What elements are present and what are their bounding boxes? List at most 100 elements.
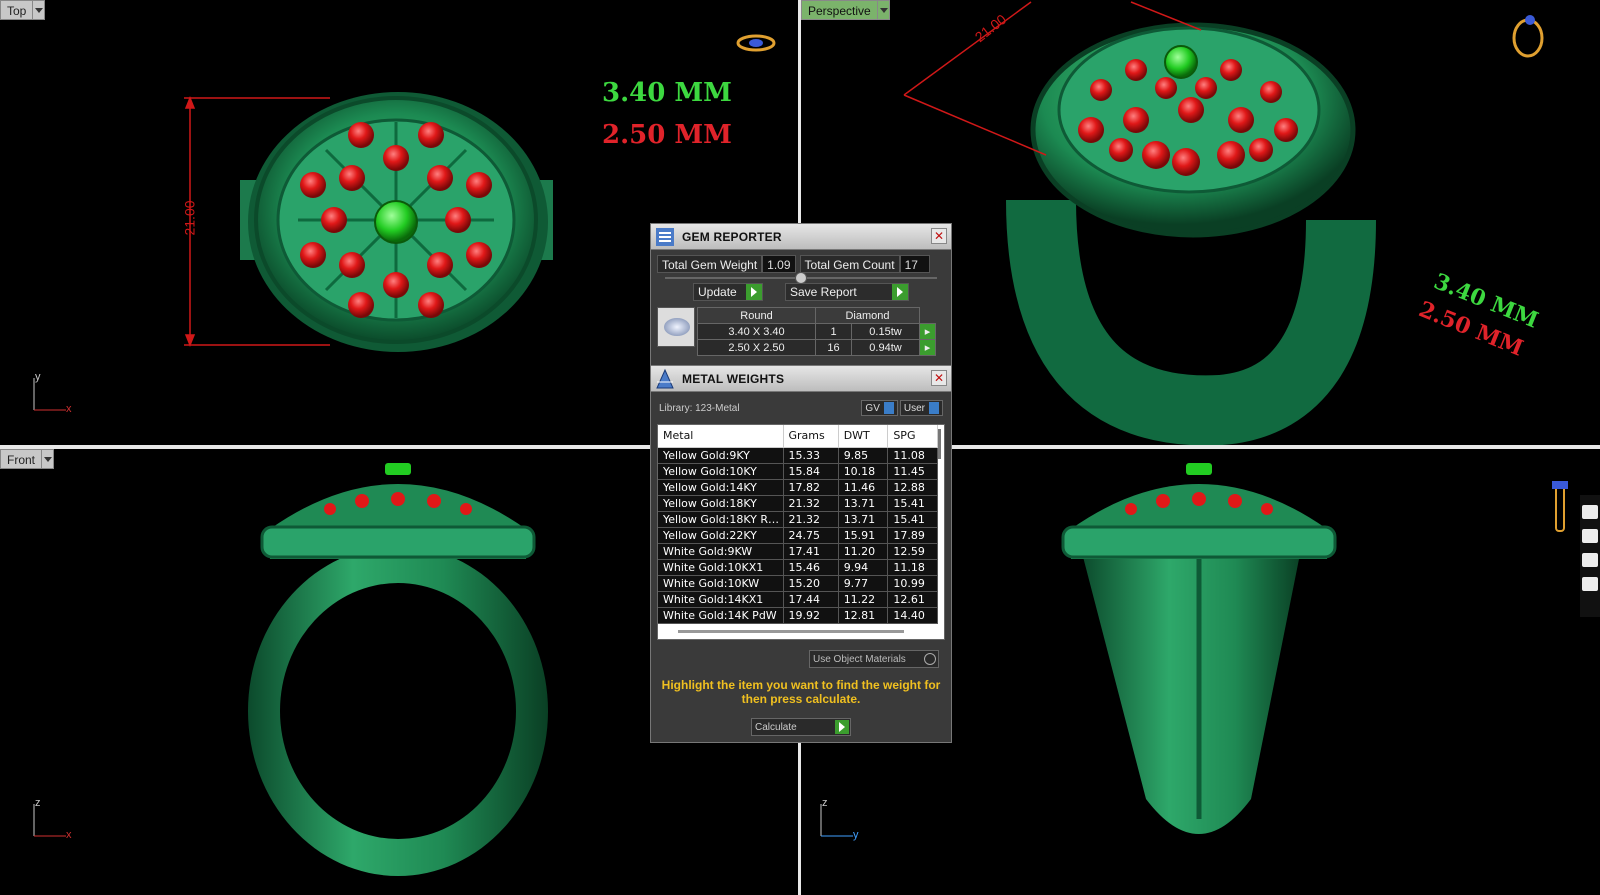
grams-value: 24.75 <box>783 527 839 544</box>
collapse-separator <box>665 272 937 284</box>
dwt-value: 9.85 <box>838 447 889 464</box>
save-report-label: Save Report <box>790 285 857 299</box>
table-row[interactable]: White Gold:10KW 15.20 9.77 10.99 <box>658 575 938 592</box>
metal-name: Yellow Gold:22KY <box>658 527 784 544</box>
grams-value: 15.84 <box>783 463 839 480</box>
dwt-value: 11.46 <box>838 479 889 496</box>
gem-reporter-title: GEM REPORTER <box>682 229 782 244</box>
horizontal-scrollbar[interactable] <box>678 630 904 633</box>
dwt-value: 13.71 <box>838 511 889 528</box>
play-icon[interactable]: ▸ <box>919 339 936 356</box>
table-row[interactable]: Yellow Gold:14KY 17.82 11.46 12.88 <box>658 479 938 496</box>
total-weight-value: 1.09 <box>762 255 796 273</box>
metal-table: Metal Grams DWT SPG Yellow Gold:9KY 15.33… <box>658 425 938 624</box>
calculate-label: Calculate <box>755 721 797 733</box>
spg-value: 12.59 <box>887 543 938 560</box>
axis-x-label: x <box>66 403 72 415</box>
grams-value: 21.32 <box>783 511 839 528</box>
top-dimension-label: 21.00 <box>181 200 198 236</box>
grams-header[interactable]: Grams <box>783 425 839 448</box>
spg-value: 11.08 <box>887 447 938 464</box>
dwt-value: 9.94 <box>838 559 889 576</box>
axis-z-label: z <box>35 797 41 809</box>
vertical-scrollbar[interactable] <box>938 429 941 459</box>
gem-count: 16 <box>815 339 852 356</box>
table-row[interactable]: White Gold:14KX1 17.44 11.22 12.61 <box>658 591 938 608</box>
grams-value: 17.82 <box>783 479 839 496</box>
grams-value: 21.32 <box>783 495 839 512</box>
metal-name: Yellow Gold:9KY <box>658 447 784 464</box>
gem-type-header: Diamond <box>815 307 920 324</box>
gem-size: 2.50 X 2.50 <box>697 339 816 356</box>
metal-name: Yellow Gold:18KY <box>658 495 784 512</box>
play-icon[interactable]: ▸ <box>919 323 936 340</box>
dwt-value: 11.20 <box>838 543 889 560</box>
spg-value: 15.41 <box>887 511 938 528</box>
toggle-icon <box>929 402 939 414</box>
dwt-value: 10.18 <box>838 463 889 480</box>
display-icon[interactable] <box>1582 529 1598 543</box>
close-icon[interactable]: ✕ <box>931 228 947 244</box>
table-row[interactable]: 2.50 X 2.50 16 0.94tw ▸ <box>697 339 936 356</box>
update-label: Update <box>698 285 737 299</box>
gem-count: 1 <box>815 323 852 340</box>
dwt-value: 15.91 <box>838 527 889 544</box>
gv-toggle[interactable]: GV <box>861 400 898 416</box>
metal-weights-title: METAL WEIGHTS <box>682 371 785 386</box>
spg-value: 14.40 <box>887 607 938 624</box>
top-mm-large: 3.40 MM <box>602 78 732 108</box>
total-count-value: 17 <box>899 255 930 273</box>
grams-value: 15.33 <box>783 447 839 464</box>
library-label: Library: 123-Metal <box>659 402 740 414</box>
gear-icon[interactable] <box>1582 577 1598 591</box>
calculate-button[interactable]: Calculate <box>751 718 851 736</box>
radio-icon <box>924 653 936 665</box>
spg-header[interactable]: SPG <box>887 425 938 448</box>
camera-icon[interactable] <box>1582 505 1598 519</box>
report-icon <box>656 227 674 246</box>
axis-y-label: y <box>853 829 859 841</box>
table-row[interactable]: White Gold:14K PdW 19.92 12.81 14.40 <box>658 607 938 624</box>
table-row[interactable]: Yellow Gold:18KY 21.32 13.71 15.41 <box>658 495 938 512</box>
metal-weights-panel: METAL WEIGHTS ✕ Library: 123-Metal GV Us… <box>650 365 952 743</box>
dwt-value: 12.81 <box>838 607 889 624</box>
table-row[interactable]: Yellow Gold:10KY 15.84 10.18 11.45 <box>658 463 938 480</box>
gem-weight: 0.15tw <box>851 323 920 340</box>
metal-header[interactable]: Metal <box>658 425 784 448</box>
update-button[interactable]: Update <box>693 283 763 301</box>
gv-label: GV <box>865 402 880 414</box>
viewport-side-toolbar[interactable] <box>1580 495 1600 617</box>
close-icon[interactable]: ✕ <box>931 370 947 386</box>
user-toggle[interactable]: User <box>899 400 943 416</box>
dwt-header[interactable]: DWT <box>838 425 889 448</box>
collapse-icon[interactable] <box>795 272 807 284</box>
table-row[interactable]: 3.40 X 3.40 1 0.15tw ▸ <box>697 323 936 340</box>
metal-name: White Gold:10KW <box>658 575 784 592</box>
gem-reporter-panel: GEM REPORTER ✕ Total Gem Weight 1.09 Tot… <box>650 223 952 370</box>
gem-table: Round Diamond 3.40 X 3.40 1 0.15tw ▸ 2.50 X … <box>657 307 947 356</box>
use-object-materials-select[interactable]: Use Object Materials <box>809 650 939 668</box>
total-weight-label: Total Gem Weight <box>657 255 763 273</box>
metal-table-container[interactable]: Metal Grams DWT SPG Yellow Gold:9KY 15.33… <box>657 424 945 640</box>
table-row[interactable]: Yellow Gold:22KY 24.75 15.91 17.89 <box>658 527 938 544</box>
table-row[interactable]: Yellow Gold:18KY R… 21.32 13.71 15.41 <box>658 511 938 528</box>
top-mm-small: 2.50 MM <box>602 120 732 150</box>
metal-name: Yellow Gold:14KY <box>658 479 784 496</box>
metal-name: White Gold:14K PdW <box>658 607 784 624</box>
gem-reporter-titlebar[interactable]: GEM REPORTER ✕ <box>651 224 951 250</box>
metal-weights-titlebar[interactable]: METAL WEIGHTS ✕ <box>651 366 951 392</box>
metal-name: White Gold:14KX1 <box>658 591 784 608</box>
table-row[interactable]: White Gold:10KX1 15.46 9.94 11.18 <box>658 559 938 576</box>
play-icon <box>892 284 908 300</box>
use-object-materials-label: Use Object Materials <box>813 653 906 665</box>
axis-x-label: x <box>66 829 72 841</box>
round-gem-icon <box>657 307 695 347</box>
save-report-button[interactable]: Save Report <box>785 283 909 301</box>
table-row[interactable]: Yellow Gold:9KY 15.33 9.85 11.08 <box>658 447 938 464</box>
window-icon[interactable] <box>1582 553 1598 567</box>
table-row[interactable]: White Gold:9KW 17.41 11.20 12.59 <box>658 543 938 560</box>
gem-shape-header: Round <box>697 307 816 324</box>
total-count-label: Total Gem Count <box>799 255 900 273</box>
instruction-text: Highlight the item you want to find the … <box>661 678 941 706</box>
play-icon <box>746 284 762 300</box>
